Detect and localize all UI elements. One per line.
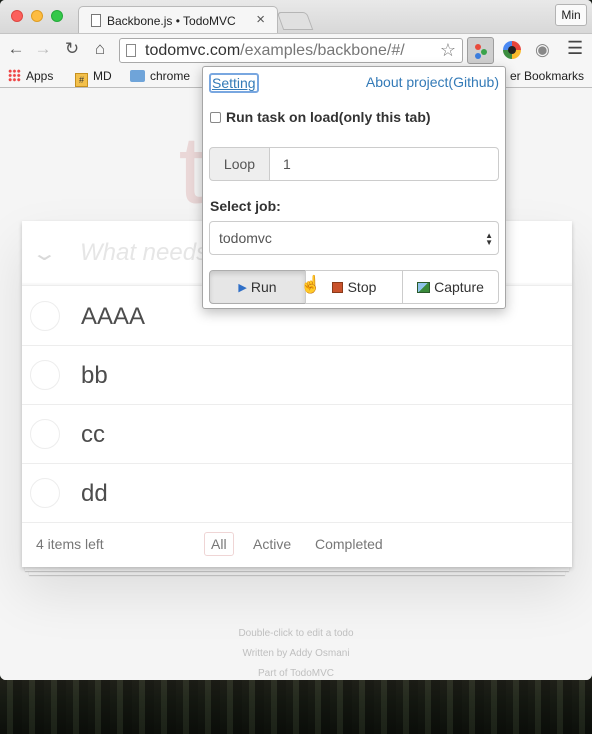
- page-icon: [91, 14, 101, 27]
- todo-item[interactable]: dd: [22, 464, 572, 523]
- loop-count-input[interactable]: 1: [269, 147, 499, 181]
- tab-close-icon[interactable]: ×: [256, 11, 265, 28]
- forward-arrow-icon[interactable]: →: [33, 39, 53, 59]
- info-part-of: Part of TodoMVC: [0, 668, 592, 679]
- capture-label: Capture: [434, 279, 484, 295]
- job-selected-value: todomvc: [219, 230, 272, 246]
- folder-icon: [130, 70, 145, 82]
- apps-grid-icon: [8, 69, 21, 82]
- run-button[interactable]: ▶ Run: [209, 270, 306, 304]
- bookmark-other[interactable]: er Bookmarks: [510, 69, 584, 83]
- browser-window: Backbone.js • TodoMVC × Min ← → ↻ ⌂ todo…: [0, 0, 592, 680]
- toggle-all-chevron-icon[interactable]: ⌄: [31, 241, 58, 266]
- stop-label: Stop: [347, 279, 377, 295]
- info-author-prefix: Written by: [242, 648, 290, 659]
- todo-checkbox[interactable]: [30, 301, 60, 331]
- hand-cursor-icon: ☝: [300, 275, 322, 294]
- stop-icon: [331, 282, 343, 293]
- play-icon: ▶: [238, 282, 247, 294]
- bookmark-chrome-folder[interactable]: chrome: [130, 69, 190, 83]
- info-part-prefix: Part of: [258, 668, 291, 679]
- browser-tab[interactable]: Backbone.js • TodoMVC ×: [78, 6, 278, 34]
- bookmark-md[interactable]: # MD: [75, 69, 112, 87]
- desktop-background: [0, 678, 592, 734]
- url-path: /examples/backbone/#/: [240, 42, 405, 59]
- todo-checkbox[interactable]: [30, 419, 60, 449]
- todo-label[interactable]: AAAA: [81, 303, 145, 331]
- todo-item[interactable]: cc: [22, 405, 572, 464]
- loop-label: Loop: [209, 147, 270, 181]
- todo-checkbox[interactable]: [30, 478, 60, 508]
- items-left-count: 4 items left: [36, 536, 104, 552]
- tab-strip: Backbone.js • TodoMVC × Min: [0, 0, 592, 34]
- url-host: todomvc.com: [145, 42, 241, 59]
- bookmark-label: MD: [93, 69, 112, 83]
- tab-title: Backbone.js • TodoMVC: [107, 14, 236, 28]
- todo-item[interactable]: bb: [22, 346, 572, 405]
- window-maximize-button[interactable]: [51, 10, 63, 22]
- run-label: Run: [250, 279, 277, 295]
- autorun-label: Run task on load(only this tab): [226, 109, 431, 125]
- camera-icon[interactable]: ◉: [535, 40, 550, 60]
- new-tab-button[interactable]: [276, 12, 314, 30]
- back-arrow-icon[interactable]: ←: [6, 39, 26, 59]
- job-select[interactable]: todomvc ▲ ▼: [209, 221, 499, 255]
- todomvc-link[interactable]: TodoMVC: [290, 668, 334, 679]
- bookmark-label: er Bookmarks: [510, 69, 585, 83]
- window-close-button[interactable]: [11, 10, 23, 22]
- url-text[interactable]: todomvc.com/examples/backbone/#/: [145, 42, 405, 60]
- home-icon[interactable]: ⌂: [90, 39, 110, 59]
- image-icon: [417, 282, 431, 293]
- todo-label[interactable]: dd: [81, 480, 108, 508]
- window-minimize-button[interactable]: [31, 10, 43, 22]
- menu-icon[interactable]: ☰: [567, 38, 583, 59]
- paper-stack: [25, 567, 569, 571]
- about-project-link[interactable]: About project(Github): [366, 74, 499, 90]
- todo-label[interactable]: cc: [81, 421, 105, 449]
- capture-button[interactable]: Capture: [402, 270, 499, 304]
- author-link[interactable]: Addy Osmani: [290, 648, 350, 659]
- todo-checkbox[interactable]: [30, 360, 60, 390]
- info-author: Written by Addy Osmani: [0, 648, 592, 659]
- profile-button[interactable]: Min: [555, 4, 587, 26]
- markdown-icon: #: [75, 73, 88, 87]
- action-button-group: ▶ Run Stop Capture: [209, 270, 499, 304]
- reload-icon[interactable]: ↻: [62, 39, 82, 59]
- toolbar: ← → ↻ ⌂ todomvc.com/examples/backbone/#/…: [0, 33, 592, 66]
- info-edit-hint: Double-click to edit a todo: [238, 628, 354, 639]
- select-arrows-icon: ▲ ▼: [485, 231, 493, 247]
- filter-completed[interactable]: Completed: [308, 532, 390, 556]
- filter-all[interactable]: All: [204, 532, 234, 556]
- bookmark-label: chrome: [150, 69, 191, 83]
- select-job-label: Select job:: [210, 198, 281, 214]
- color-extension-icon[interactable]: [503, 41, 521, 59]
- setting-link[interactable]: Setting: [209, 73, 259, 93]
- page-icon: [126, 44, 136, 57]
- todo-label[interactable]: bb: [81, 362, 108, 390]
- bookmark-apps[interactable]: Apps: [8, 69, 53, 83]
- address-bar[interactable]: todomvc.com/examples/backbone/#/ ☆: [119, 38, 463, 63]
- autorun-checkbox[interactable]: [210, 112, 221, 123]
- extension-popup: Setting About project(Github) Run task o…: [202, 66, 506, 309]
- autorun-checkbox-row[interactable]: Run task on load(only this tab): [210, 109, 431, 125]
- loop-input-group: Loop 1: [209, 147, 499, 181]
- bookmark-star-icon[interactable]: ☆: [440, 40, 456, 61]
- paper-stack: [29, 571, 565, 575]
- bookmark-label: Apps: [26, 69, 54, 83]
- extension-icon[interactable]: [467, 37, 494, 64]
- todo-footer: 4 items left All Active Completed: [22, 522, 572, 567]
- filter-active[interactable]: Active: [246, 532, 298, 556]
